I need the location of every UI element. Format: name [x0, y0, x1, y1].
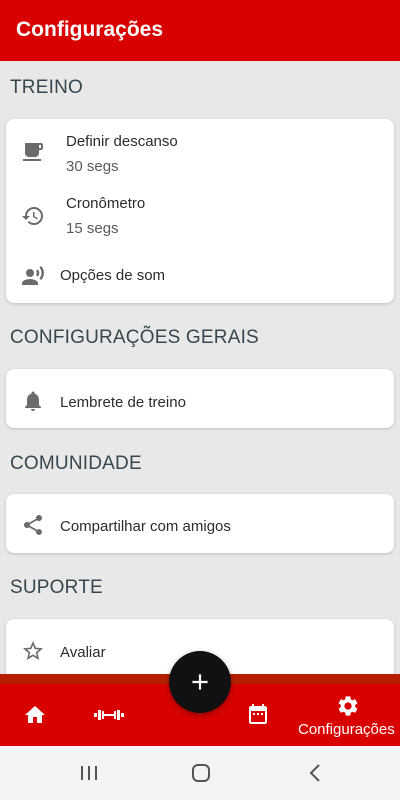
- home-icon: [25, 706, 45, 723]
- section-title-treino: TREINO: [10, 77, 83, 98]
- recent-apps-button[interactable]: [77, 761, 101, 785]
- add-fab-button[interactable]: [169, 651, 231, 713]
- card-gerais: Lembrete de treino: [6, 369, 394, 428]
- nav-calendar[interactable]: [245, 701, 271, 729]
- setting-rest-time[interactable]: Definir descanso 30 segs: [6, 119, 394, 181]
- nav-home[interactable]: [22, 702, 48, 728]
- nav-workouts[interactable]: [94, 702, 124, 728]
- nav-settings[interactable]: Configurações: [298, 684, 398, 746]
- setting-label: Compartilhar com amigos: [60, 518, 231, 535]
- system-home-button[interactable]: [189, 761, 213, 785]
- dumbbell-icon: [94, 710, 124, 720]
- setting-label: Opções de som: [60, 267, 166, 284]
- bell-icon: [20, 388, 46, 414]
- back-chevron-icon: [309, 764, 320, 782]
- setting-workout-reminder[interactable]: Lembrete de treino: [6, 369, 394, 428]
- setting-sound-options[interactable]: Opções de som: [6, 247, 394, 303]
- calendar-icon: [249, 704, 267, 724]
- system-home-icon: [192, 764, 210, 782]
- section-title-comunidade: COMUNIDADE: [10, 453, 142, 474]
- coffee-cup-icon: [20, 139, 46, 165]
- setting-value: 15 segs: [66, 220, 119, 237]
- history-icon: [20, 203, 46, 229]
- setting-label: Avaliar: [60, 644, 106, 661]
- nav-settings-label: Configurações: [298, 721, 395, 738]
- app-bar: Configurações: [0, 0, 400, 61]
- section-title-suporte: SUPORTE: [10, 577, 103, 598]
- setting-label: Definir descanso: [66, 133, 178, 150]
- system-navigation-bar: [0, 746, 400, 800]
- plus-icon: [192, 674, 208, 690]
- recent-apps-icon: [81, 766, 97, 780]
- system-back-button[interactable]: [303, 761, 327, 785]
- voice-icon: [20, 263, 46, 289]
- page-title: Configurações: [16, 18, 164, 41]
- setting-value: 30 segs: [66, 158, 119, 175]
- setting-label: Cronômetro: [66, 195, 146, 212]
- gear-icon: [338, 696, 358, 716]
- card-comunidade: Compartilhar com amigos: [6, 494, 394, 553]
- setting-label: Lembrete de treino: [60, 394, 186, 411]
- setting-share[interactable]: Compartilhar com amigos: [6, 494, 394, 553]
- setting-stopwatch[interactable]: Cronômetro 15 segs: [6, 183, 394, 245]
- share-icon: [20, 512, 46, 538]
- star-icon: [20, 638, 46, 664]
- card-treino: Definir descanso 30 segs Cronômetro 15 s…: [6, 119, 394, 303]
- section-title-gerais: CONFIGURAÇÕES GERAIS: [10, 327, 259, 348]
